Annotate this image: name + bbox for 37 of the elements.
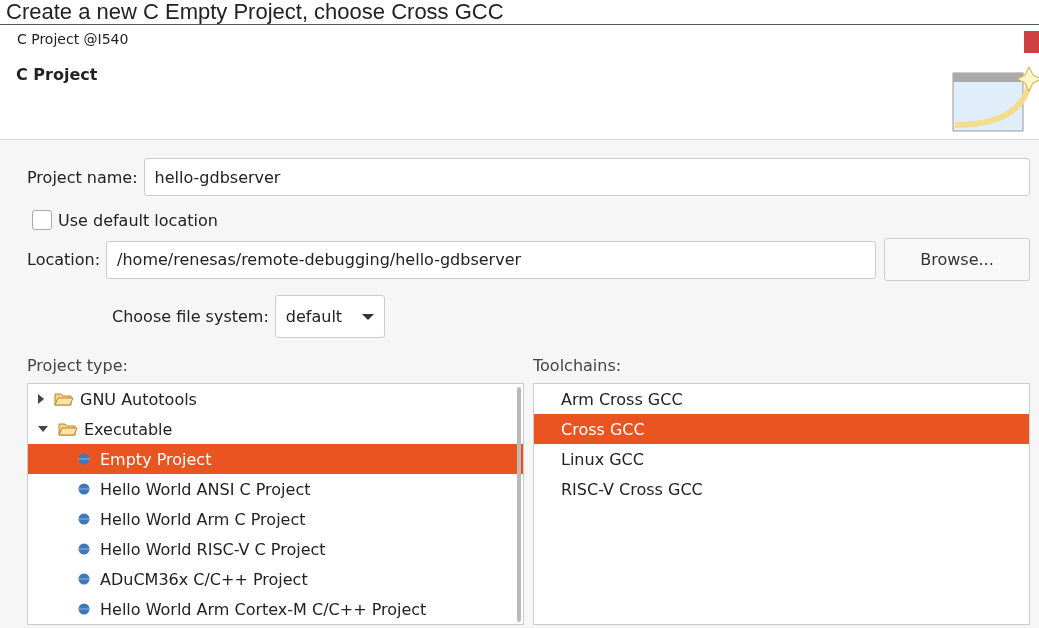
folder-icon <box>54 391 74 407</box>
file-system-dropdown[interactable]: default <box>274 295 386 338</box>
project-type-label: Project type: <box>27 356 129 375</box>
toolchains-label: Toolchains: <box>533 356 623 375</box>
checkbox[interactable] <box>32 210 52 230</box>
ball-icon <box>78 513 90 525</box>
ball-icon <box>78 543 90 555</box>
ball-icon <box>78 453 90 465</box>
tree-item[interactable]: Hello World Arm C Project <box>28 504 523 534</box>
folder-icon <box>58 421 78 437</box>
toolchain-item[interactable]: Arm Cross GCC <box>534 384 1029 414</box>
toolchain-item[interactable]: RISC-V Cross GCC <box>534 474 1029 504</box>
ball-icon <box>78 603 90 615</box>
tree-item[interactable]: Empty Project <box>28 444 523 474</box>
tree-item[interactable]: Hello World Arm Cortex-M C/C++ Project <box>28 594 523 624</box>
toolchain-item[interactable]: Linux GCC <box>534 444 1029 474</box>
project-name-label: Project name: <box>27 167 138 187</box>
window-title: C Project @I540 <box>17 31 129 47</box>
browse-button[interactable]: Browse... <box>884 238 1030 281</box>
tree-item[interactable]: Hello World RISC-V C Project <box>28 534 523 564</box>
tree-item[interactable]: Hello World ANSI C Project <box>28 474 523 504</box>
location-label: Location: <box>27 250 101 269</box>
tree-item[interactable]: Executable <box>28 414 523 444</box>
tree-item[interactable]: ADuCM36x C/C++ Project <box>28 564 523 594</box>
use-default-location-label: Use default location <box>58 210 218 230</box>
scrollbar[interactable] <box>517 387 521 622</box>
expander-icon[interactable] <box>38 394 44 404</box>
caret-icon <box>362 313 375 320</box>
tree-item[interactable]: GNU Autotools <box>28 384 523 414</box>
ball-icon <box>78 483 90 495</box>
toolchain-item[interactable]: Cross GCC <box>534 414 1029 444</box>
project-name-field[interactable]: hello-gdbserver <box>143 158 1030 196</box>
page-title: C Project <box>16 65 98 84</box>
ball-icon <box>78 573 90 585</box>
location-field[interactable]: /home/renesas/remote-debugging/hello-gdbserver <box>106 240 876 279</box>
expander-icon[interactable] <box>38 426 48 432</box>
file-system-label: Choose file system: <box>112 307 269 326</box>
